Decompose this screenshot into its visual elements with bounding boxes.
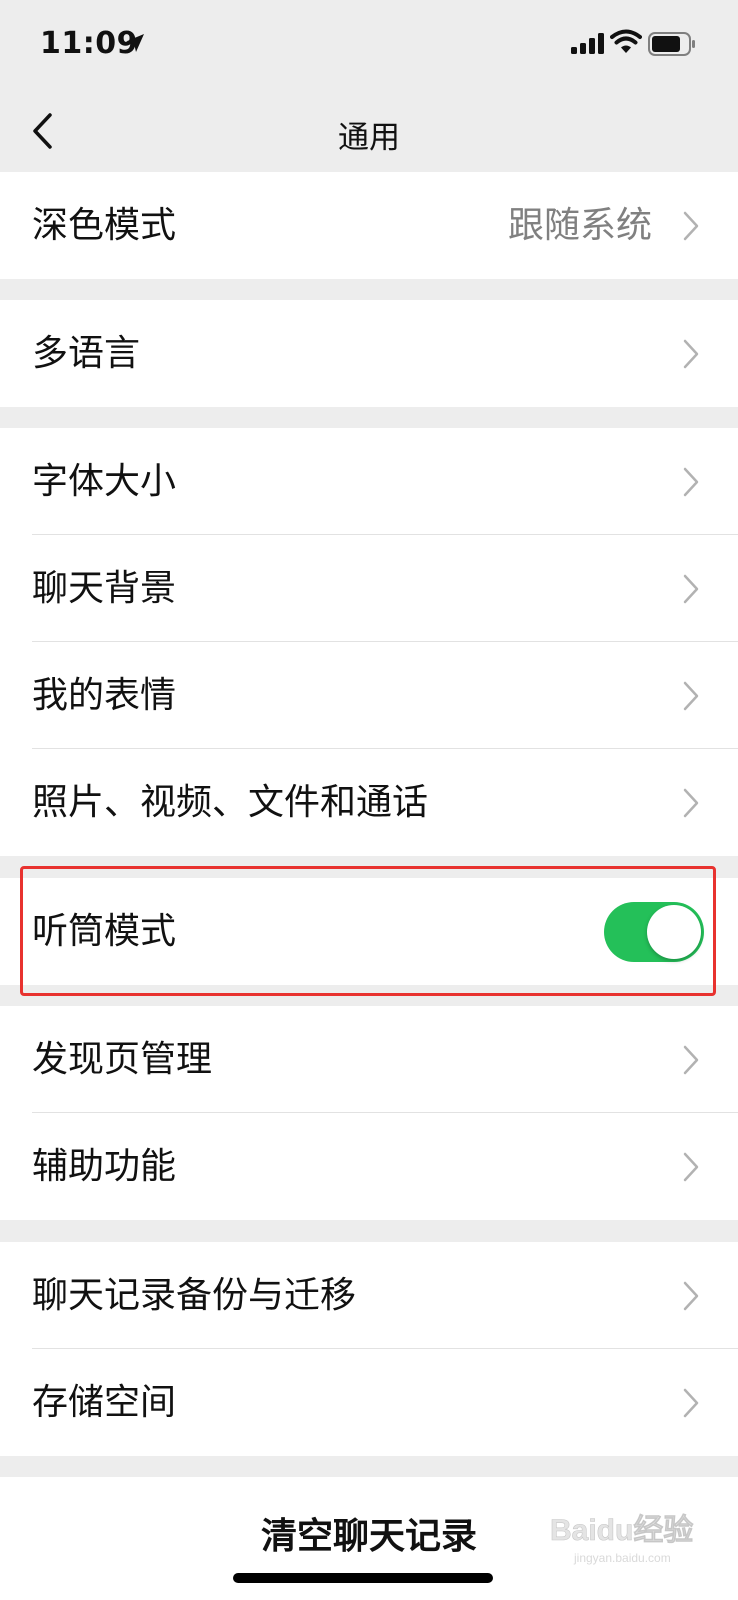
settings-group-features: 发现页管理 辅助功能 (0, 1006, 738, 1220)
row-label: 发现页管理 (32, 1039, 213, 1080)
row-language[interactable]: 多语言 (0, 300, 738, 407)
row-discover-management[interactable]: 发现页管理 (0, 1006, 738, 1113)
chevron-right-icon (683, 681, 699, 711)
row-my-stickers[interactable]: 我的表情 (0, 642, 738, 749)
cellular-signal-icon (571, 33, 604, 54)
settings-group-appearance: 深色模式 跟随系统 (0, 172, 738, 279)
row-label: 照片、视频、文件和通话 (32, 782, 429, 823)
earpiece-mode-toggle[interactable] (604, 902, 704, 962)
page-title: 通用 (338, 120, 400, 156)
settings-group-chat: 字体大小 聊天背景 我的表情 照片、视频、文件和通话 (0, 428, 738, 856)
chevron-right-icon (683, 467, 699, 497)
row-storage[interactable]: 存储空间 (0, 1349, 738, 1456)
row-label: 我的表情 (32, 675, 177, 716)
settings-group-storage: 聊天记录备份与迁移 存储空间 (0, 1242, 738, 1456)
toggle-knob (647, 905, 701, 959)
chevron-right-icon (683, 1388, 699, 1418)
chevron-right-icon (683, 1045, 699, 1075)
row-earpiece-mode: 听筒模式 (0, 878, 738, 985)
chevron-right-icon (683, 1152, 699, 1182)
settings-group-language: 多语言 (0, 300, 738, 407)
chevron-right-icon (683, 788, 699, 818)
location-arrow-icon (126, 34, 144, 52)
row-label: 字体大小 (32, 461, 177, 502)
watermark-subtext: jingyan.baidu.com (573, 1551, 671, 1565)
chevron-right-icon (683, 1281, 699, 1311)
watermark-text: Baidu经验 (550, 1513, 693, 1547)
row-font-size[interactable]: 字体大小 (0, 428, 738, 535)
row-value: 跟随系统 (507, 205, 652, 246)
navigation-bar: 通用 (0, 90, 738, 172)
row-label: 聊天背景 (32, 568, 177, 609)
row-label: 深色模式 (32, 205, 177, 246)
row-dark-mode[interactable]: 深色模式 跟随系统 (0, 172, 738, 279)
chevron-right-icon (683, 211, 699, 241)
chevron-right-icon (683, 574, 699, 604)
row-accessibility[interactable]: 辅助功能 (0, 1113, 738, 1220)
row-label: 辅助功能 (32, 1146, 177, 1187)
row-media-files-calls[interactable]: 照片、视频、文件和通话 (0, 749, 738, 856)
row-label: 聊天记录备份与迁移 (32, 1275, 357, 1316)
row-label: 多语言 (32, 333, 141, 374)
row-chat-background[interactable]: 聊天背景 (0, 535, 738, 642)
settings-group-earpiece: 听筒模式 (0, 878, 738, 985)
row-label: 听筒模式 (32, 911, 177, 952)
row-label: 存储空间 (32, 1382, 177, 1423)
chevron-right-icon (683, 339, 699, 369)
battery-icon (648, 32, 695, 56)
row-chat-backup-migration[interactable]: 聊天记录备份与迁移 (0, 1242, 738, 1349)
home-indicator[interactable] (233, 1573, 493, 1583)
wifi-icon (610, 29, 642, 53)
baidu-watermark-logo: Baidu经验 jingyan.baidu.com (550, 1513, 694, 1565)
status-bar: 11:09 (0, 0, 738, 90)
